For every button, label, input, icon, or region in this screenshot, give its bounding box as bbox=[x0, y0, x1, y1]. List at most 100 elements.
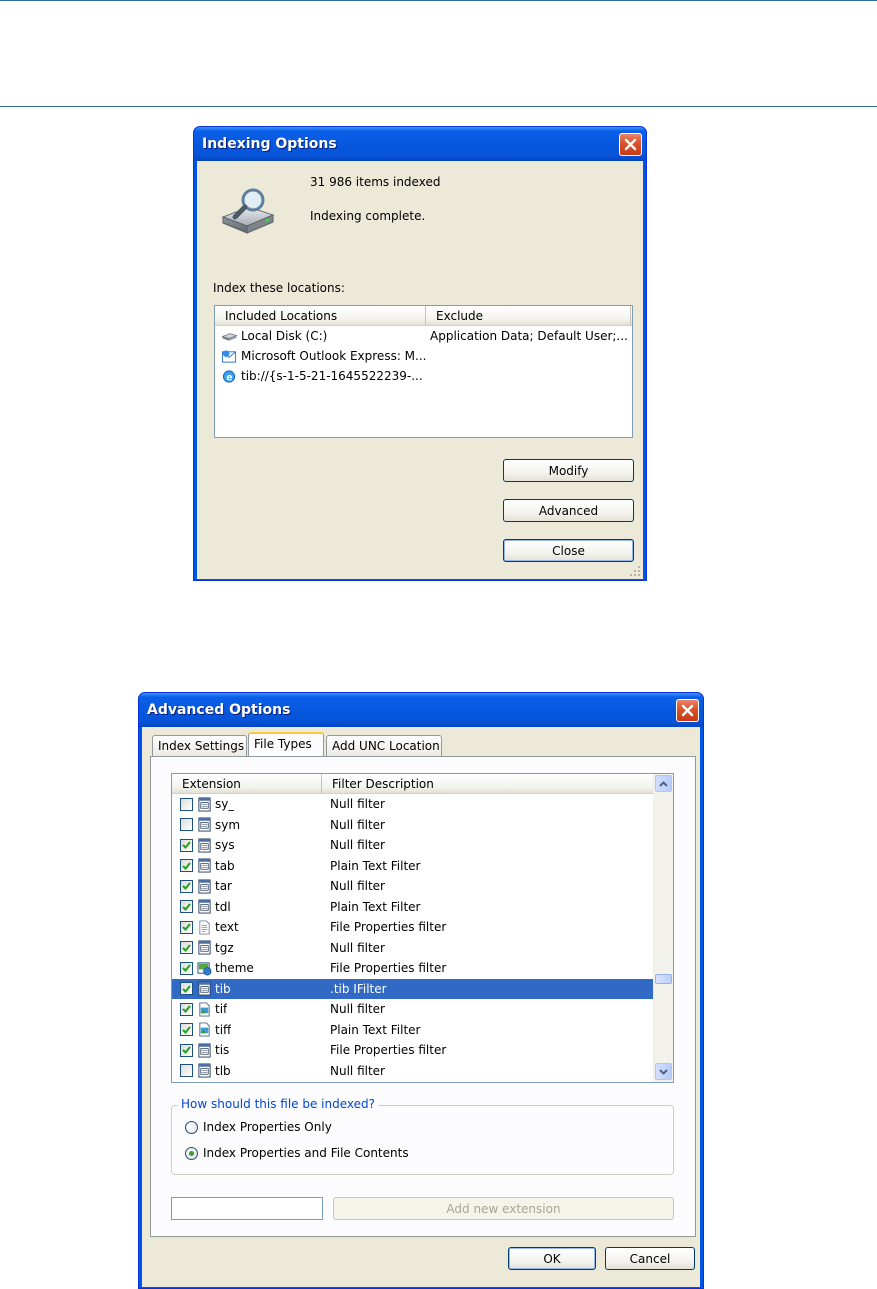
file-icon bbox=[198, 940, 211, 955]
page-section-rule bbox=[0, 106, 877, 107]
add-new-extension-button[interactable]: Add new extension bbox=[333, 1197, 674, 1220]
drive-icon bbox=[221, 332, 238, 341]
index-locations-label: Index these locations: bbox=[213, 281, 345, 295]
file-icon bbox=[198, 1043, 211, 1058]
file-type-row[interactable]: tiff Plain Text Filter bbox=[172, 1020, 673, 1041]
file-type-row[interactable]: tib .tib IFilter bbox=[172, 978, 673, 999]
radio-button[interactable] bbox=[185, 1120, 198, 1134]
tab-index-settings[interactable]: Index Settings bbox=[152, 735, 247, 756]
ie-icon: e bbox=[222, 369, 236, 383]
file-types-list[interactable]: Extension Filter Description sy_ Null fil… bbox=[171, 773, 674, 1083]
file-type-filter: Null filter bbox=[330, 940, 385, 955]
file-type-row[interactable]: tar Null filter bbox=[172, 876, 673, 897]
advanced-options-close-button[interactable] bbox=[676, 698, 699, 722]
file-type-checkbox[interactable] bbox=[180, 1023, 193, 1037]
file-type-filter: .tib IFilter bbox=[330, 981, 387, 996]
indexing-options-title: Indexing Options bbox=[202, 136, 337, 152]
file-type-checkbox[interactable] bbox=[180, 1002, 193, 1016]
file-type-checkbox[interactable] bbox=[180, 1064, 193, 1078]
checkmark-icon bbox=[182, 923, 191, 932]
advanced-button[interactable]: Advanced bbox=[503, 499, 634, 522]
file-type-checkbox[interactable] bbox=[180, 920, 193, 934]
file-type-filter: Null filter bbox=[330, 817, 385, 832]
file-type-row[interactable]: tlb Null filter bbox=[172, 1061, 673, 1082]
location-row[interactable]: Local Disk (C:) Application Data; Defaul… bbox=[215, 326, 632, 346]
locations-list[interactable]: Included Locations Exclude Local Disk (C… bbox=[214, 305, 633, 438]
scroll-thumb[interactable] bbox=[655, 974, 672, 984]
radio-index-properties-only[interactable]: Index Properties Only bbox=[185, 1120, 332, 1134]
scroll-down-button[interactable] bbox=[655, 1063, 672, 1080]
column-header-included[interactable]: Included Locations bbox=[215, 306, 426, 325]
file-type-filter: File Properties filter bbox=[330, 920, 447, 935]
cancel-button[interactable]: Cancel bbox=[605, 1247, 695, 1270]
file-icon bbox=[198, 858, 211, 873]
file-type-checkbox[interactable] bbox=[180, 941, 193, 955]
indexing-options-titlebar[interactable]: Indexing Options bbox=[194, 127, 646, 161]
file-type-row[interactable]: tis File Properties filter bbox=[172, 1040, 673, 1061]
radio-index-properties-and-contents[interactable]: Index Properties and File Contents bbox=[185, 1146, 409, 1160]
indexing-options-close-button[interactable] bbox=[619, 132, 642, 156]
location-row[interactable]: e tib://{s-1-5-21-1645522239-... bbox=[215, 366, 632, 386]
location-exclude: Application Data; Default User;... bbox=[430, 329, 628, 343]
indexing-status: Indexing complete. bbox=[310, 209, 426, 223]
file-icon bbox=[198, 981, 211, 996]
close-icon bbox=[681, 704, 694, 716]
file-type-filter: Plain Text Filter bbox=[330, 1022, 421, 1037]
resize-grip-icon[interactable] bbox=[629, 565, 641, 577]
file-type-extension: tiff bbox=[215, 1022, 232, 1037]
tab-add-unc-location[interactable]: Add UNC Location bbox=[326, 735, 442, 756]
location-row[interactable]: Microsoft Outlook Express: M... bbox=[215, 346, 632, 366]
file-type-row[interactable]: tab Plain Text Filter bbox=[172, 856, 673, 877]
file-type-checkbox[interactable] bbox=[180, 797, 193, 811]
file-type-checkbox[interactable] bbox=[180, 961, 193, 975]
file-type-checkbox[interactable] bbox=[180, 838, 193, 852]
file-type-extension: tdl bbox=[215, 899, 231, 914]
file-type-row[interactable]: theme File Properties filter bbox=[172, 958, 673, 979]
image-file-icon bbox=[199, 1022, 210, 1037]
checkmark-icon bbox=[182, 903, 191, 911]
radio-label: Index Properties Only bbox=[203, 1120, 332, 1134]
items-indexed-count: 31 986 items indexed bbox=[310, 175, 441, 189]
file-type-checkbox[interactable] bbox=[180, 859, 193, 873]
checkmark-icon bbox=[182, 944, 191, 952]
file-icon bbox=[198, 838, 211, 853]
file-type-checkbox[interactable] bbox=[180, 982, 193, 996]
file-type-row[interactable]: sy_ Null filter bbox=[172, 794, 673, 815]
modify-button[interactable]: Modify bbox=[503, 459, 634, 482]
file-type-checkbox[interactable] bbox=[180, 818, 193, 832]
column-header-exclude[interactable]: Exclude bbox=[426, 306, 631, 325]
file-types-list-header: Extension Filter Description bbox=[172, 774, 673, 794]
file-type-filter: Null filter bbox=[330, 838, 385, 853]
file-type-row[interactable]: sys Null filter bbox=[172, 835, 673, 856]
file-type-filter: Null filter bbox=[330, 1063, 385, 1078]
file-type-checkbox[interactable] bbox=[180, 879, 193, 893]
column-header-extension[interactable]: Extension bbox=[172, 774, 322, 793]
checkmark-icon bbox=[182, 841, 191, 850]
column-header-filter-description[interactable]: Filter Description bbox=[322, 774, 652, 793]
file-types-scrollbar[interactable] bbox=[653, 774, 673, 1082]
page-top-rule bbox=[0, 0, 877, 1]
new-extension-input[interactable] bbox=[171, 1197, 323, 1220]
advanced-options-titlebar[interactable]: Advanced Options bbox=[139, 693, 703, 727]
ok-button[interactable]: OK bbox=[508, 1247, 596, 1270]
close-button[interactable]: Close bbox=[503, 539, 634, 562]
theme-icon bbox=[197, 962, 212, 976]
indexing-drive-icon bbox=[221, 188, 275, 234]
file-type-filter: Null filter bbox=[330, 879, 385, 894]
file-type-row[interactable]: tif Null filter bbox=[172, 999, 673, 1020]
tab-file-types[interactable]: File Types bbox=[248, 732, 324, 756]
file-type-extension: theme bbox=[215, 961, 254, 976]
scroll-up-button[interactable] bbox=[655, 775, 672, 792]
file-type-row[interactable]: sym Null filter bbox=[172, 815, 673, 836]
radio-selected-dot bbox=[189, 1150, 194, 1156]
file-type-checkbox[interactable] bbox=[180, 1043, 193, 1057]
file-type-row[interactable]: tgz Null filter bbox=[172, 938, 673, 959]
radio-label: Index Properties and File Contents bbox=[203, 1146, 409, 1160]
file-icon bbox=[198, 1063, 211, 1078]
file-type-checkbox[interactable] bbox=[180, 900, 193, 914]
radio-button[interactable] bbox=[185, 1146, 198, 1160]
file-type-row[interactable]: text File Properties filter bbox=[172, 917, 673, 938]
file-type-filter: File Properties filter bbox=[330, 961, 447, 976]
indexing-options-client: 31 986 items indexed Indexing complete. … bbox=[197, 161, 643, 579]
file-type-row[interactable]: tdl Plain Text Filter bbox=[172, 897, 673, 918]
